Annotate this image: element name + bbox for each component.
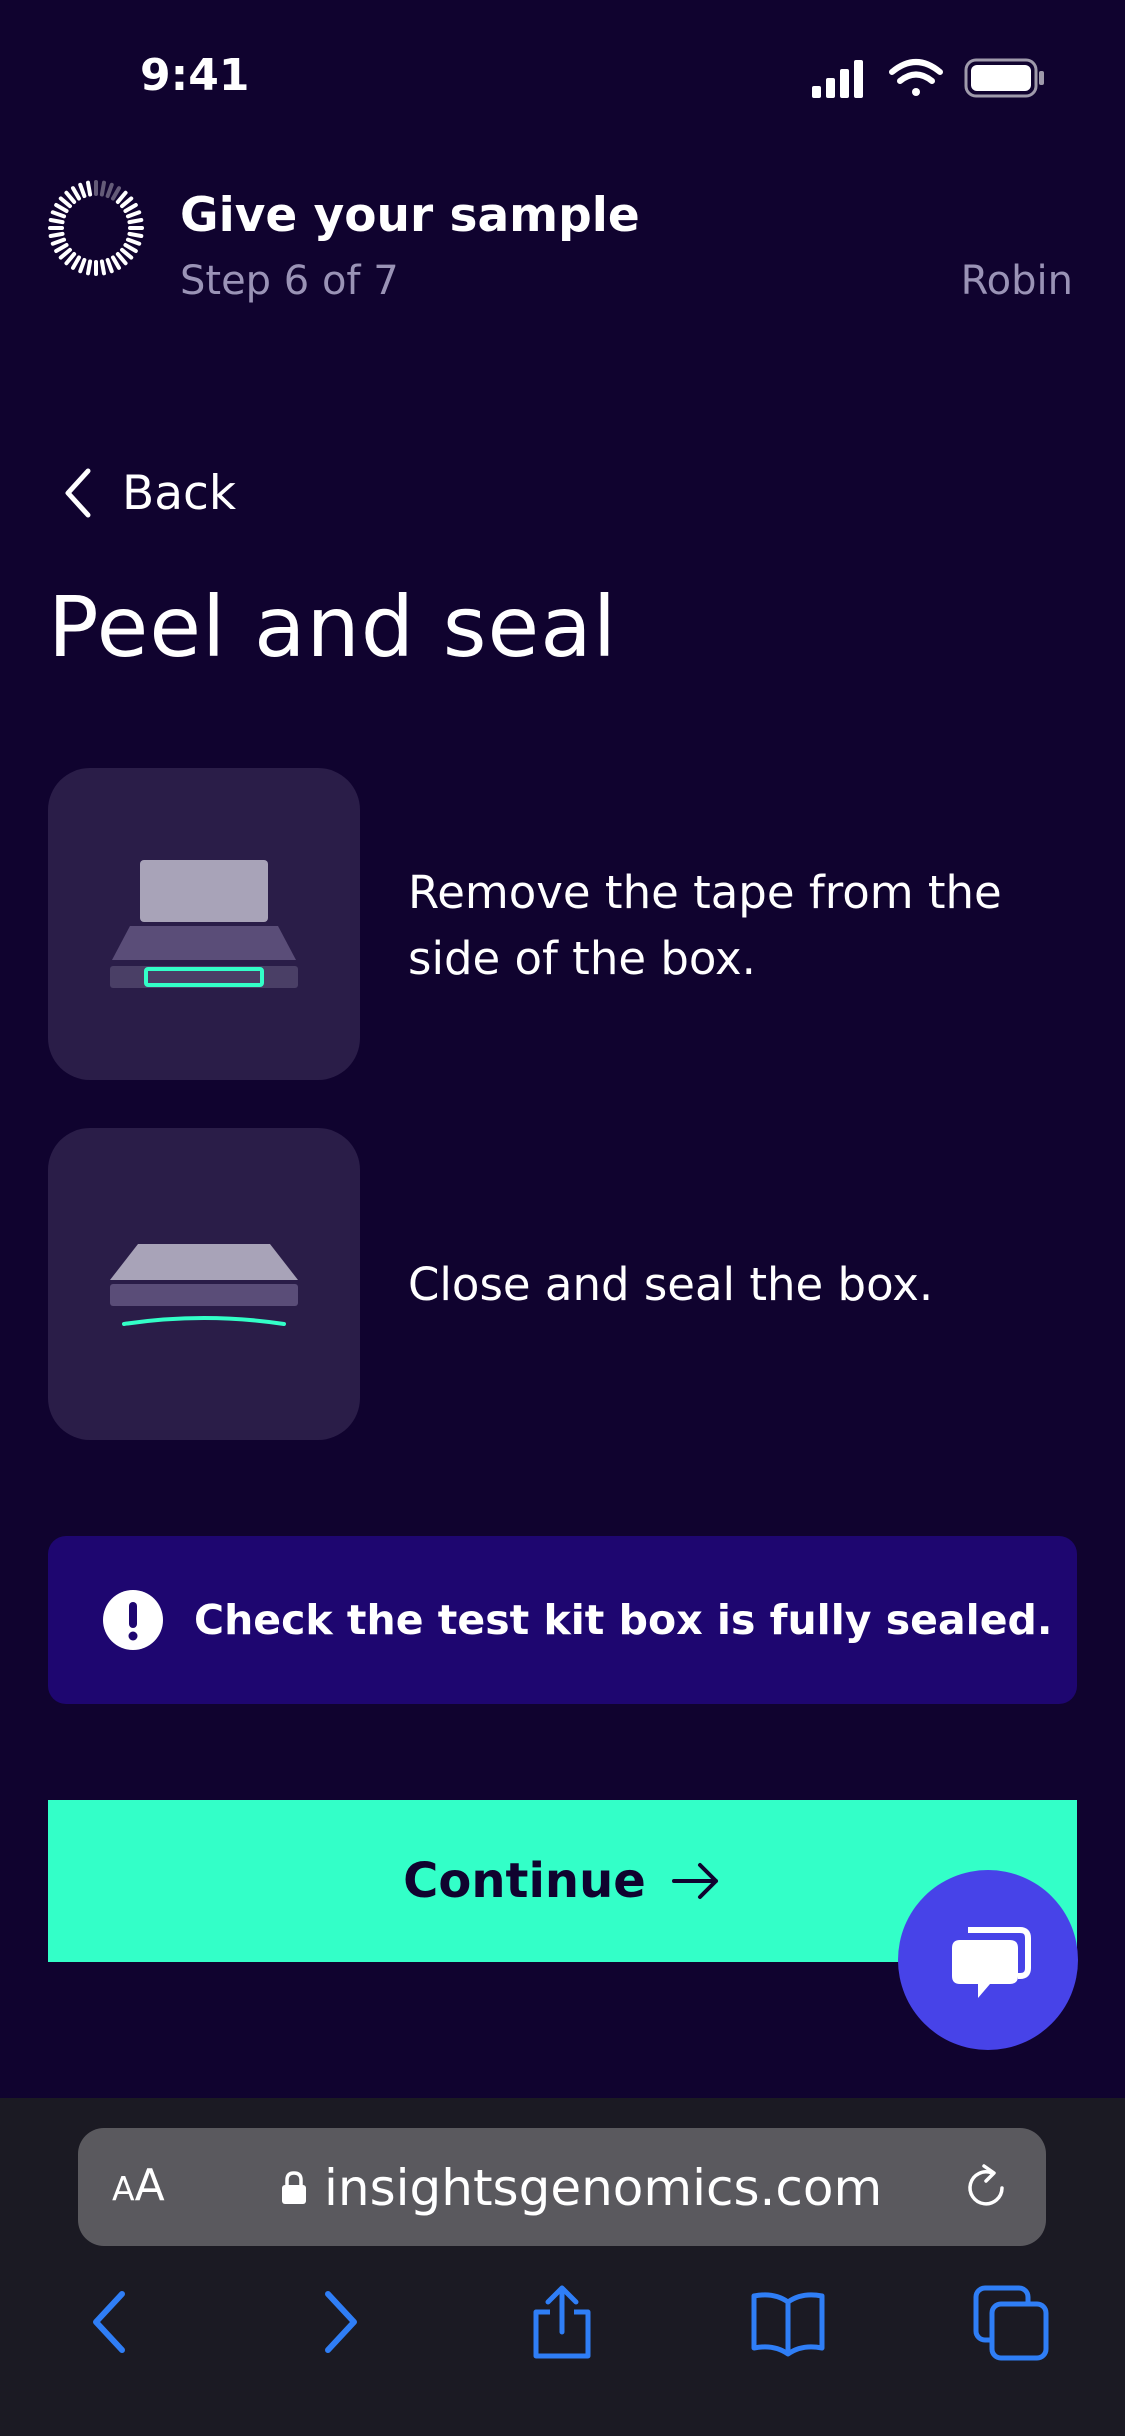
battery-icon xyxy=(964,58,1044,98)
text-size-button[interactable]: AA xyxy=(112,2160,165,2211)
page-title: Peel and seal xyxy=(48,578,618,676)
reload-icon[interactable] xyxy=(958,2160,1014,2216)
step-2-text: Close and seal the box. xyxy=(408,1258,934,1311)
header-user-name: Robin xyxy=(960,258,1073,304)
step-1-text: Remove the tape from the side of the box… xyxy=(408,866,1002,985)
cellular-signal-icon xyxy=(812,60,863,98)
alert-banner: Check the test kit box is fully sealed. xyxy=(48,1536,1077,1704)
text-size-small-a: A xyxy=(112,2169,135,2208)
text-size-large-a: A xyxy=(134,2160,165,2211)
back-label: Back xyxy=(122,465,237,521)
chevron-left-icon xyxy=(65,468,91,518)
continue-label: Continue xyxy=(403,1853,646,1909)
url-text: insightsgenomics.com xyxy=(324,2159,883,2217)
browser-forward-icon[interactable] xyxy=(298,2282,378,2362)
step-illustration-card xyxy=(48,1128,360,1440)
back-link[interactable]: Back xyxy=(60,462,236,524)
tabs-icon[interactable] xyxy=(972,2282,1052,2362)
progress-ring-icon xyxy=(48,180,144,276)
chat-button[interactable] xyxy=(898,1870,1078,2050)
arrow-right-icon xyxy=(671,1863,718,1899)
box-sealed-icon xyxy=(110,1244,298,1326)
alert-text: Check the test kit box is fully sealed. xyxy=(194,1596,1053,1644)
header-title: Give your sample xyxy=(180,188,640,243)
browser-back-icon[interactable] xyxy=(72,2282,152,2362)
status-time: 9:41 xyxy=(140,50,250,101)
chat-bubbles-icon xyxy=(952,1927,1031,1998)
lock-icon xyxy=(282,2171,306,2204)
header-step-counter: Step 6 of 7 xyxy=(180,258,399,304)
exclamation-icon xyxy=(103,1590,163,1650)
url-display[interactable]: insightsgenomics.com xyxy=(280,2158,882,2218)
bookmarks-icon[interactable] xyxy=(748,2282,828,2362)
share-icon[interactable] xyxy=(522,2282,602,2362)
status-icons xyxy=(812,58,1044,98)
wifi-icon xyxy=(889,59,943,96)
box-tape-icon xyxy=(110,860,298,988)
step-illustration-card xyxy=(48,768,360,1080)
